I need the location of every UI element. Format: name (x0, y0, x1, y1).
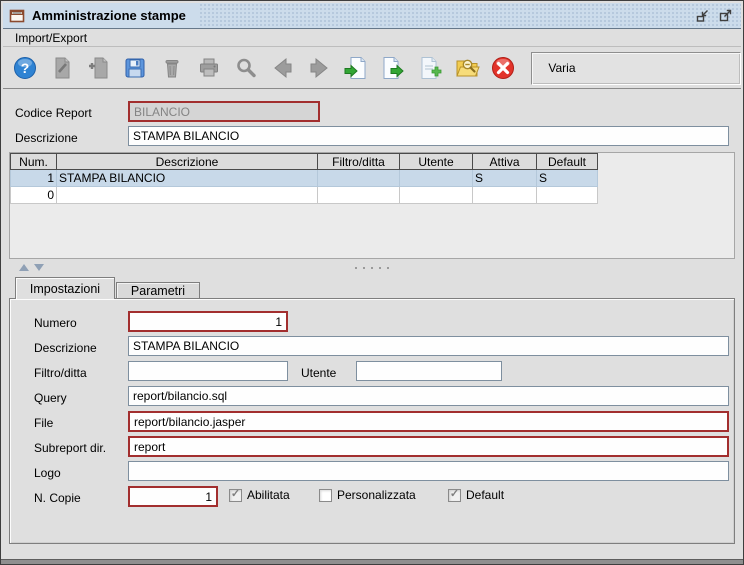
n-copie-field[interactable] (128, 486, 218, 507)
checkbox-icon (448, 488, 461, 502)
default-checkbox-label: Default (466, 488, 505, 502)
filtro-ditta-label: Filtro/ditta (34, 366, 87, 380)
query-label: Query (34, 391, 67, 405)
menu-import-export[interactable]: Import/Export (11, 30, 91, 46)
title-label-zone: Amministrazione stampe (3, 3, 200, 28)
status-text: Varia (548, 61, 576, 75)
previous-button[interactable] (269, 54, 297, 82)
copy-document-button[interactable] (85, 54, 113, 82)
subreport-dir-label: Subreport dir. (34, 441, 107, 455)
next-button[interactable] (306, 54, 334, 82)
n-copie-label: N. Copie (34, 491, 81, 505)
column-header-attiva[interactable]: Attiva (472, 153, 537, 170)
collapse-down-icon[interactable] (34, 264, 44, 271)
export-button[interactable] (379, 54, 407, 82)
descrizione-field[interactable] (128, 336, 729, 356)
svg-text:?: ? (21, 60, 30, 76)
edit-document-button[interactable] (48, 54, 76, 82)
internal-frame: Amministrazione stampe Import/Export ? V… (0, 0, 744, 565)
split-divider[interactable] (3, 262, 741, 273)
help-button[interactable]: ? (11, 54, 39, 82)
numero-label: Numero (34, 316, 77, 330)
descrizione-label: Descrizione (34, 341, 97, 355)
add-report-button[interactable] (416, 54, 444, 82)
codice-report-label: Codice Report (15, 106, 92, 120)
column-header-utente[interactable]: Utente (399, 153, 473, 170)
query-field[interactable] (128, 386, 729, 406)
personalizzata-checkbox-label: Personalizzata (337, 488, 416, 502)
subreport-dir-field[interactable] (128, 436, 729, 457)
print-button[interactable] (195, 54, 223, 82)
exit-button[interactable] (490, 54, 518, 82)
logo-label: Logo (34, 466, 61, 480)
codice-report-field[interactable] (128, 101, 320, 122)
utente-label: Utente (301, 366, 337, 380)
table-row[interactable]: 1 STAMPA BILANCIO S S (10, 169, 598, 187)
window-title: Amministrazione stampe (32, 8, 186, 23)
delete-button[interactable] (158, 54, 186, 82)
import-button[interactable] (342, 54, 370, 82)
divider-grip-icon (355, 267, 357, 269)
restore-icon[interactable] (693, 7, 710, 24)
numero-field[interactable] (128, 311, 288, 332)
default-checkbox[interactable]: Default (448, 488, 504, 502)
table-row[interactable]: 0 (10, 186, 598, 204)
save-button[interactable] (121, 54, 149, 82)
utente-field[interactable] (356, 361, 502, 381)
descrizione-header-field[interactable] (128, 126, 729, 146)
abilitata-checkbox-label: Abilitata (247, 488, 290, 502)
collapse-up-icon[interactable] (19, 264, 29, 271)
frame-bottom-border (1, 559, 743, 564)
checkbox-icon (319, 488, 332, 502)
table-header-row: Num. Descrizione Filtro/ditta Utente Att… (10, 153, 598, 170)
tab-parametri[interactable]: Parametri (116, 282, 200, 299)
search-button[interactable] (232, 54, 260, 82)
window-icon (9, 8, 25, 24)
column-header-filtro[interactable]: Filtro/ditta (317, 153, 400, 170)
filtro-ditta-field[interactable] (128, 361, 288, 381)
file-field[interactable] (128, 411, 729, 432)
status-box: Varia (531, 51, 742, 85)
checkbox-icon (229, 488, 242, 502)
menu-bar: Import/Export (3, 30, 741, 47)
logo-field[interactable] (128, 461, 729, 481)
column-header-num[interactable]: Num. (10, 153, 57, 170)
find-file-button[interactable] (453, 54, 481, 82)
toolbar: ? Varia (3, 48, 742, 89)
descrizione-header-label: Descrizione (15, 131, 78, 145)
tab-impostazioni[interactable]: Impostazioni (15, 277, 115, 299)
column-header-default[interactable]: Default (536, 153, 598, 170)
maximize-icon[interactable] (716, 7, 733, 24)
file-label: File (34, 416, 54, 430)
column-header-descrizione[interactable]: Descrizione (56, 153, 318, 170)
title-bar[interactable]: Amministrazione stampe (3, 3, 741, 29)
abilitata-checkbox[interactable]: Abilitata (229, 488, 290, 502)
reports-table: Num. Descrizione Filtro/ditta Utente Att… (9, 152, 735, 259)
personalizzata-checkbox[interactable]: Personalizzata (319, 488, 416, 502)
